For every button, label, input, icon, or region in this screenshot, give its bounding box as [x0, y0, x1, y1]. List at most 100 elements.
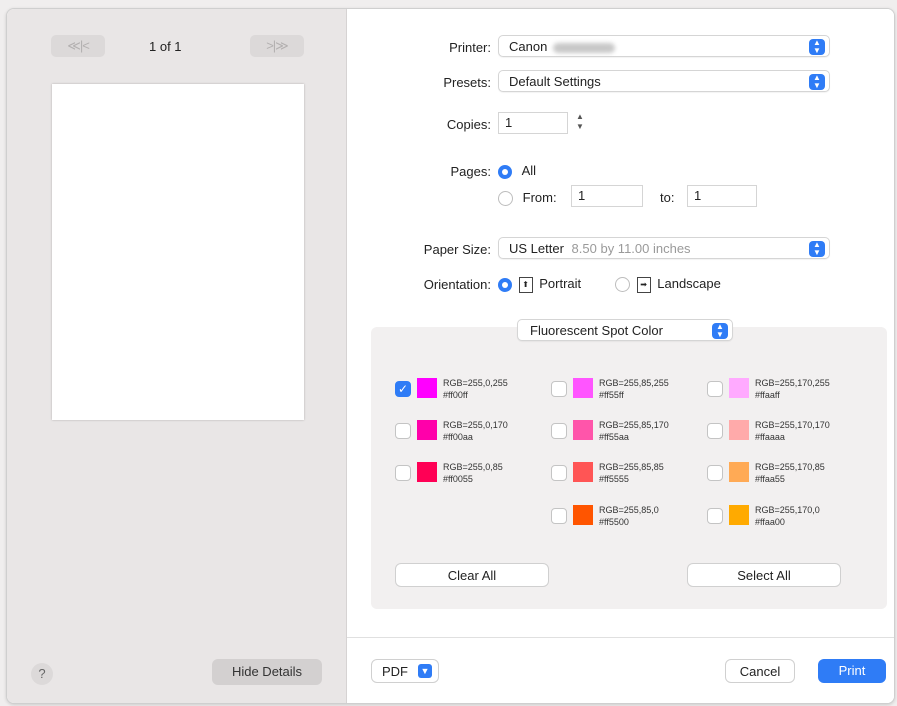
checkbox[interactable] — [551, 381, 567, 397]
color-swatch — [729, 462, 749, 482]
preview-pane: ≪|< 1 of 1 >|≫ ? Hide Details — [7, 9, 347, 703]
pages-to-label: to: — [660, 190, 675, 205]
spot-color-panel: Fluorescent Spot Color ▲ ▼ ✓ RGB=255,0,255… — [371, 319, 887, 609]
swatch-label: RGB=255,0,85 #ff0055 — [443, 461, 503, 485]
radio-selected-icon — [498, 277, 512, 292]
swatch-hex: #ffaa00 — [755, 517, 785, 527]
copies-stepper[interactable]: ▲ ▼ — [573, 112, 587, 134]
swatch-hex: #ff00ff — [443, 390, 468, 400]
swatch-label: RGB=255,0,255 #ff00ff — [443, 377, 508, 401]
checkbox[interactable] — [551, 423, 567, 439]
swatch-option[interactable]: RGB=255,170,85 #ffaa55 — [707, 459, 857, 489]
swatch-hex: #ffaa55 — [755, 474, 785, 484]
checkbox[interactable] — [551, 508, 567, 524]
checkbox-checked[interactable]: ✓ — [395, 381, 411, 397]
swatch-label: RGB=255,170,255 #ffaaff — [755, 377, 830, 401]
swatch-option[interactable]: RGB=255,85,85 #ff5555 — [551, 459, 701, 489]
chevron-updown-icon: ▲ ▼ — [809, 241, 825, 257]
first-prev-page-button[interactable]: ≪|< — [51, 35, 105, 57]
orientation-label: Orientation: — [423, 277, 491, 292]
pages-all-radio[interactable]: All — [498, 163, 536, 179]
color-swatch — [573, 462, 593, 482]
pdf-label: PDF — [382, 664, 408, 679]
color-swatch — [573, 420, 593, 440]
swatch-hex: #ff55ff — [599, 390, 624, 400]
redacted-model — [553, 42, 616, 53]
chevron-updown-icon: ▲ ▼ — [712, 323, 728, 339]
cancel-button[interactable]: Cancel — [725, 659, 795, 683]
swatch-option[interactable]: ✓ RGB=255,0,255 #ff00ff — [395, 375, 545, 405]
swatch-option[interactable]: RGB=255,0,85 #ff0055 — [395, 459, 545, 489]
swatch-rgb: RGB=255,170,255 — [755, 378, 830, 388]
radio-unselected-icon — [498, 191, 513, 207]
portrait-icon: ⬆ — [518, 276, 533, 293]
chevron-down-icon: ▼ — [418, 664, 432, 678]
checkbox[interactable] — [707, 465, 723, 481]
landscape-icon: ➡ — [636, 276, 651, 293]
swatch-hex: #ff5555 — [599, 474, 629, 484]
checkbox[interactable] — [707, 423, 723, 439]
swatch-hex: #ff55aa — [599, 432, 629, 442]
help-icon[interactable]: ? — [31, 663, 53, 685]
copies-field[interactable]: 1 — [498, 112, 568, 134]
radio-selected-icon — [498, 164, 512, 179]
presets-select[interactable]: Default Settings ▲ ▼ — [498, 70, 830, 92]
swatch-option[interactable]: RGB=255,85,170 #ff55aa — [551, 417, 701, 447]
landscape-label: Landscape — [657, 276, 721, 291]
section-select[interactable]: Fluorescent Spot Color ▲ ▼ — [517, 319, 733, 341]
swatch-rgb: RGB=255,170,85 — [755, 462, 825, 472]
color-swatch — [573, 378, 593, 398]
landscape-radio[interactable]: ➡ Landscape — [615, 276, 721, 293]
checkbox[interactable] — [395, 423, 411, 439]
swatch-option[interactable]: RGB=255,0,170 #ff00aa — [395, 417, 545, 447]
color-swatch — [417, 378, 437, 398]
section-select-value: Fluorescent Spot Color — [530, 323, 663, 338]
swatch-rgb: RGB=255,85,255 — [599, 378, 669, 388]
swatch-hex: #ffaaff — [755, 390, 780, 400]
select-all-button[interactable]: Select All — [687, 563, 841, 587]
swatch-option[interactable]: RGB=255,170,170 #ffaaaa — [707, 417, 857, 447]
color-swatch — [729, 420, 749, 440]
hide-details-button[interactable]: Hide Details — [212, 659, 322, 685]
swatch-label: RGB=255,85,0 #ff5500 — [599, 504, 659, 528]
clear-all-button[interactable]: Clear All — [395, 563, 549, 587]
portrait-radio[interactable]: ⬆ Portrait — [498, 276, 581, 293]
swatch-rgb: RGB=255,85,0 — [599, 505, 659, 515]
swatch-option[interactable]: RGB=255,170,255 #ffaaff — [707, 375, 857, 405]
pages-from-field[interactable]: 1 — [571, 185, 643, 207]
paper-size-select[interactable]: US Letter 8.50 by 11.00 inches ▲ ▼ — [498, 237, 830, 259]
copies-label: Copies: — [446, 117, 491, 132]
color-swatch — [729, 378, 749, 398]
pages-label: Pages: — [450, 164, 491, 179]
swatch-hex: #ff00aa — [443, 432, 473, 442]
pages-from-radio[interactable]: From: — [498, 190, 557, 207]
checkbox[interactable] — [707, 381, 723, 397]
swatch-rgb: RGB=255,85,85 — [599, 462, 664, 472]
swatch-option[interactable]: RGB=255,170,0 #ffaa00 — [707, 502, 857, 532]
swatch-option[interactable]: RGB=255,85,255 #ff55ff — [551, 375, 701, 405]
swatch-rgb: RGB=255,85,170 — [599, 420, 669, 430]
next-last-page-button[interactable]: >|≫ — [250, 35, 304, 57]
swatch-label: RGB=255,85,170 #ff55aa — [599, 419, 669, 443]
presets-label: Presets: — [443, 75, 491, 90]
swatch-rgb: RGB=255,170,0 — [755, 505, 820, 515]
swatch-label: RGB=255,85,255 #ff55ff — [599, 377, 669, 401]
chevron-updown-icon: ▲ ▼ — [809, 74, 825, 90]
page-preview — [52, 84, 304, 420]
swatch-option[interactable]: RGB=255,85,0 #ff5500 — [551, 502, 701, 532]
swatch-rgb: RGB=255,0,255 — [443, 378, 508, 388]
pdf-menu-button[interactable]: PDF ▼ — [371, 659, 439, 683]
printer-select[interactable]: Canon ▲ ▼ — [498, 35, 830, 57]
checkbox[interactable] — [551, 465, 567, 481]
print-button[interactable]: Print — [818, 659, 886, 683]
radio-unselected-icon — [615, 277, 630, 293]
checkbox[interactable] — [707, 508, 723, 524]
swatch-label: RGB=255,170,0 #ffaa00 — [755, 504, 820, 528]
color-swatch — [417, 462, 437, 482]
checkbox[interactable] — [395, 465, 411, 481]
paper-size-detail: 8.50 by 11.00 inches — [571, 241, 691, 256]
pages-to-field[interactable]: 1 — [687, 185, 757, 207]
swatch-hex: #ff5500 — [599, 517, 629, 527]
printer-value: Canon — [509, 39, 548, 54]
portrait-label: Portrait — [539, 276, 582, 291]
